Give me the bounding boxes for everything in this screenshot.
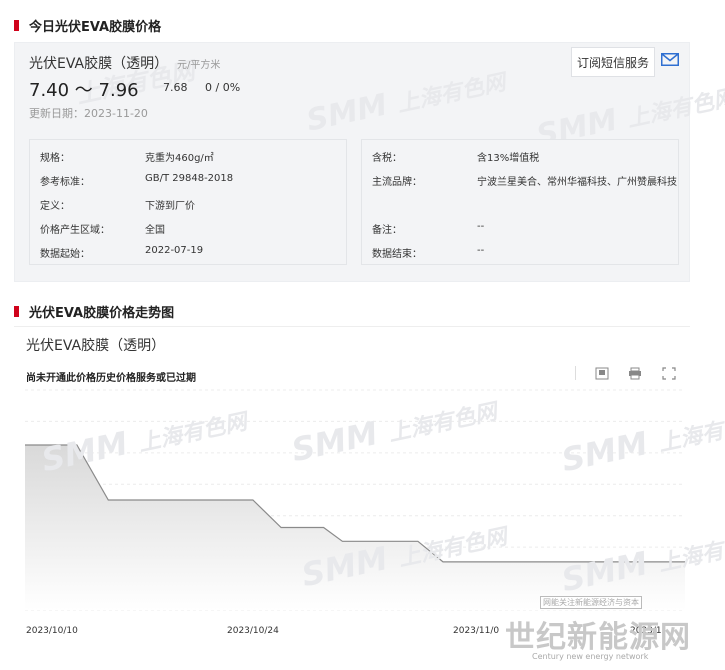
section-marker [14,306,19,317]
spec-value: 全国 [145,225,165,236]
section-title-text: 光伏EVA胶膜价格走势图 [29,306,175,321]
section-title-text: 今日光伏EVA胶膜价格 [29,20,162,35]
chart-divider [14,326,690,328]
spec-value: 宁波兰星美合、常州华福科技、广州赞晨科技 [477,177,677,188]
toolbar-divider [575,366,576,380]
section-title-today: 今日光伏EVA胶膜价格 [14,16,161,35]
fullscreen-icon[interactable] [662,367,676,380]
price-range: 7.40 ～ 7.96 [29,80,139,101]
x-tick-label: 2023/10/24 [227,626,279,636]
spec-label: 定义： [40,201,70,212]
spec-label: 数据起始： [40,249,90,260]
spec-label: 主流品牌： [372,177,422,188]
subscribe-sms-button[interactable]: 订阅短信服务 [571,47,655,77]
source-watermark-caption: 网能关注新能源经济与资本 [540,596,642,609]
section-title-trend: 光伏EVA胶膜价格走势图 [14,302,174,321]
product-name: 光伏EVA胶膜（透明） [29,56,169,72]
section-marker [14,20,19,31]
spec-label: 含税： [372,153,402,164]
price-card: SMM 上海有色网 SMM 上海有色网 上海有色网 光伏EVA胶膜（透明） 元/… [14,42,725,282]
spec-value: GB/T 29848-2018 [145,173,234,184]
spec-label: 规格： [40,153,70,164]
spec-value: -- [477,221,485,232]
update-date: 更新日期：2023-11-20 [29,107,148,120]
spec-table-left: 规格： 克重为460g/㎡参考标准： GB/T 29848-2018 定义： 下游到厂价… [29,139,347,265]
site-logo-watermark: 世纪新能源网 [505,620,691,655]
price-trend-chart [25,389,685,611]
price-area [25,445,685,610]
spec-label: 价格产生区域： [40,225,110,236]
site-logo-subtitle: Century new energy network [532,652,649,661]
spec-value: 克重为460g/㎡ [145,153,214,164]
spec-label: 备注： [372,225,402,236]
envelope-icon[interactable] [661,53,679,66]
price-unit: 元/平方米 [177,60,221,71]
x-tick-label: 2023/11/0 [453,626,500,636]
x-tick-label: 2023/10/10 [26,626,78,636]
spec-value: 2022-07-19 [145,245,204,256]
spec-value: -- [477,245,485,256]
watermark: SMM 上海有色网 [303,70,508,139]
chart-product-name: 光伏EVA胶膜（透明） [26,338,166,354]
print-icon[interactable] [628,367,642,380]
spec-label: 数据结束： [372,249,422,260]
spec-label: 参考标准： [40,177,90,188]
spec-table-right: 含税： 含13%增值税主流品牌： 宁波兰星美合、常州华福科技、广州赞晨科技备注： --… [361,139,679,265]
average-price: 7.68 [163,81,188,94]
spec-value: 下游到厂价 [145,201,195,212]
price-change: 0 / 0% [205,81,241,94]
spec-value: 含13%增值税 [477,153,540,164]
download-icon[interactable] [595,367,609,380]
